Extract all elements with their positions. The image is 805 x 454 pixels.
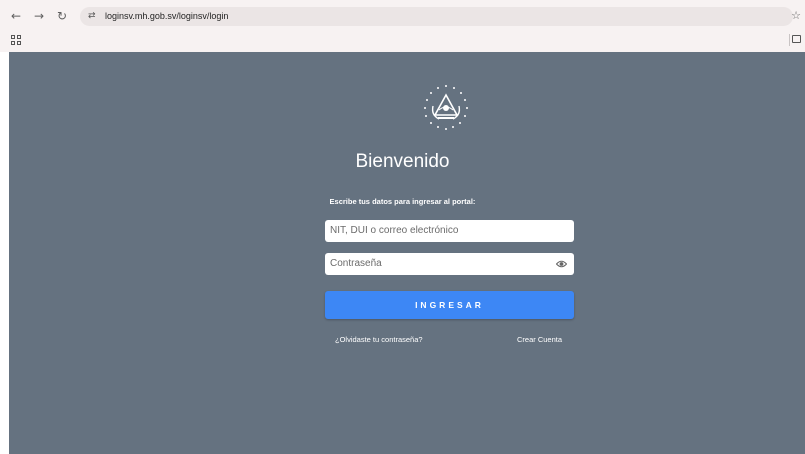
back-arrow-icon[interactable]: ← bbox=[9, 9, 23, 23]
url-text[interactable]: loginsv.mh.gob.sv/loginsv/login bbox=[105, 10, 228, 23]
folder-icon[interactable] bbox=[792, 35, 801, 43]
password-field[interactable]: Contraseña bbox=[325, 253, 574, 275]
address-bar[interactable]: ⇄ loginsv.mh.gob.sv/loginsv/login bbox=[80, 7, 793, 26]
tune-icon[interactable]: ⇄ bbox=[88, 10, 100, 22]
star-icon[interactable]: ☆ bbox=[791, 9, 801, 22]
forgot-password-link[interactable]: ¿Olvidaste tu contraseña? bbox=[335, 335, 423, 345]
create-account-link[interactable]: Crear Cuenta bbox=[517, 335, 562, 345]
login-button[interactable]: INGRESAR bbox=[325, 291, 574, 319]
browser-toolbar: ← → ↻ ⇄ loginsv.mh.gob.sv/loginsv/login … bbox=[0, 0, 805, 52]
username-placeholder[interactable]: NIT, DUI o correo electrónico bbox=[330, 224, 458, 238]
welcome-title: Bienvenido bbox=[355, 151, 450, 172]
bookmarks-divider bbox=[789, 34, 790, 46]
bookmarks-bar bbox=[0, 30, 805, 50]
apps-grid-icon[interactable] bbox=[11, 35, 21, 45]
password-placeholder[interactable]: Contraseña bbox=[330, 257, 382, 271]
username-field[interactable]: NIT, DUI o correo electrónico bbox=[325, 220, 574, 242]
forward-arrow-icon[interactable]: → bbox=[32, 9, 46, 23]
login-instructions: Escribe tus datos para ingresar al porta… bbox=[329, 197, 476, 206]
reload-icon[interactable]: ↻ bbox=[55, 9, 69, 23]
el-salvador-seal-icon bbox=[424, 85, 468, 130]
eye-icon[interactable] bbox=[556, 259, 567, 269]
